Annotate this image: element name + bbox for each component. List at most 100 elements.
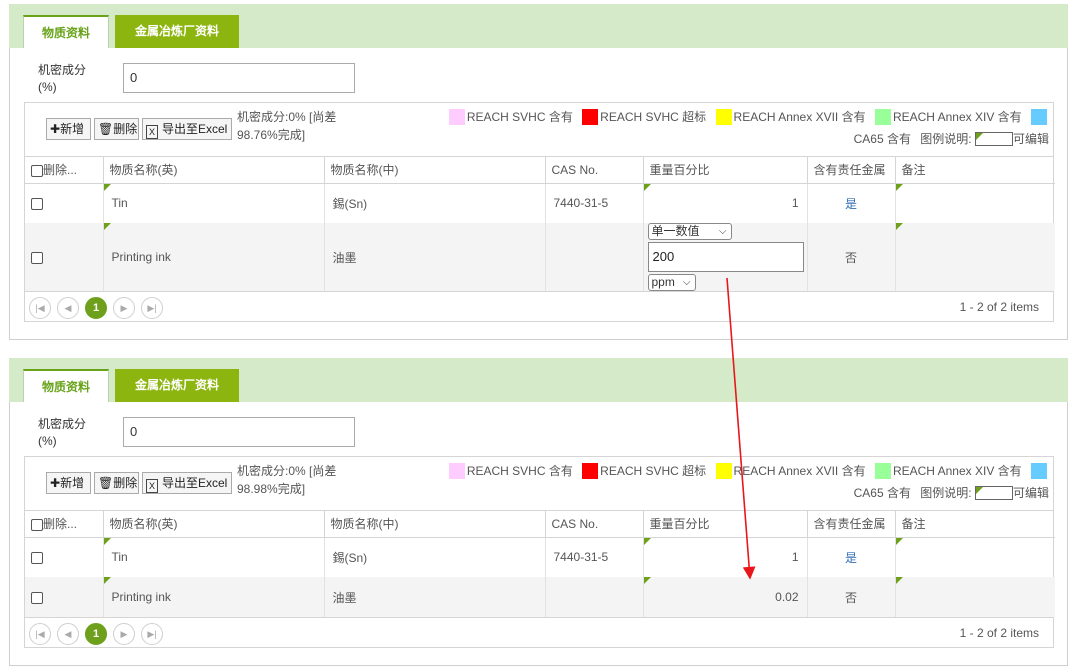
select-all-checkbox[interactable]	[31, 165, 43, 178]
legend-label: REACH Annex XVII 含有	[733, 110, 866, 124]
next-page-button[interactable]: ▶	[113, 297, 135, 319]
remark-cell[interactable]	[895, 183, 1055, 223]
row-checkbox[interactable]	[31, 591, 43, 604]
row-checkbox[interactable]	[31, 198, 43, 211]
weight-cell[interactable]: 1	[643, 183, 808, 223]
delete-button[interactable]: 🗑删除	[94, 472, 139, 494]
col-name-en[interactable]: 物质名称(英)	[103, 511, 325, 538]
name-en-cell[interactable]: Tin	[103, 537, 325, 577]
confidential-label: 机密成分 (%)	[38, 63, 87, 94]
export-excel-button[interactable]: X 导出至Excel	[142, 118, 232, 140]
delete-button[interactable]: 🗑删除	[94, 118, 139, 140]
legend-label: REACH Annex XVII 含有	[733, 464, 866, 478]
confidential-input[interactable]: 0	[123, 417, 355, 447]
page-1-button[interactable]: 1	[85, 623, 107, 645]
col-weight[interactable]: 重量百分比	[643, 511, 808, 538]
row-checkbox-cell[interactable]	[25, 537, 104, 577]
materials-panel-after: 物质资料 金属冶炼厂资料 机密成分 (%) 0 ✚新增 🗑删除 X 导出至Exce…	[9, 358, 1068, 666]
name-en-cell[interactable]: Tin	[103, 183, 325, 223]
first-page-button[interactable]: |◀	[29, 623, 51, 645]
tab-smelter[interactable]: 金属冶炼厂资料	[115, 15, 239, 48]
legend-swatch	[715, 463, 732, 479]
export-excel-button[interactable]: X 导出至Excel	[142, 472, 232, 494]
name-cn-cell: 油墨	[324, 577, 546, 617]
legend-label: REACH Annex XIV 含有	[892, 464, 1022, 478]
legend-label: REACH SVHC 超标	[600, 464, 707, 478]
tab-materials[interactable]: 物质资料	[23, 369, 109, 402]
row-checkbox-cell[interactable]	[25, 183, 104, 223]
remark-cell[interactable]	[895, 537, 1055, 577]
legend-note-label: 图例说明:	[920, 132, 972, 146]
substance-table: 删除... 物质名称(英) 物质名称(中) CAS No. 重量百分比 含有责任…	[25, 511, 1055, 617]
col-delete[interactable]: 删除...	[25, 157, 104, 184]
editable-marker-icon	[974, 486, 1013, 500]
pager: |◀ ◀ 1 ▶ ▶| 1 - 2 of 2 items	[25, 617, 1053, 647]
tab-smelter[interactable]: 金属冶炼厂资料	[115, 369, 239, 402]
legend-swatch	[1031, 109, 1047, 125]
col-name-cn[interactable]: 物质名称(中)	[324, 157, 546, 184]
tab-bar: 物质资料 金属冶炼厂资料	[9, 358, 1068, 402]
next-page-button[interactable]: ▶	[113, 623, 135, 645]
legend-label: CA65 含有	[853, 132, 911, 146]
value-type-select[interactable]: 单一数值 ⌵	[647, 223, 732, 240]
name-en-cell[interactable]: Printing ink	[103, 223, 325, 291]
col-remark[interactable]: 备注	[895, 511, 1055, 538]
table-header: 删除... 物质名称(英) 物质名称(中) CAS No. 重量百分比 含有责任…	[25, 157, 1055, 184]
legend-swatch	[582, 109, 599, 125]
tab-bar: 物质资料 金属冶炼厂资料	[9, 4, 1068, 48]
col-name-en[interactable]: 物质名称(英)	[103, 157, 325, 184]
remark-cell[interactable]	[895, 577, 1055, 617]
legend-label: REACH Annex XIV 含有	[892, 110, 1022, 124]
legend-swatch	[874, 463, 891, 479]
col-remark[interactable]: 备注	[895, 157, 1055, 184]
col-name-cn[interactable]: 物质名称(中)	[324, 511, 546, 538]
col-metal[interactable]: 含有责任金属	[807, 157, 896, 184]
metal-cell: 是	[807, 537, 896, 577]
table-row: Printing ink 油墨 单一数值 ⌵ 200 ppm ⌵ 否	[25, 223, 1055, 291]
trash-icon: 🗑	[98, 476, 114, 490]
name-cn-cell: 錫(Sn)	[324, 537, 546, 577]
col-cas[interactable]: CAS No.	[545, 157, 644, 184]
tab-materials[interactable]: 物质资料	[23, 15, 109, 48]
row-checkbox-cell[interactable]	[25, 577, 104, 617]
row-checkbox[interactable]	[31, 552, 43, 565]
weight-input[interactable]: 200	[647, 242, 804, 272]
legend-editable-label: 可编辑	[1012, 486, 1049, 500]
weight-cell[interactable]: 0.02	[643, 577, 808, 617]
name-en-cell[interactable]: Printing ink	[103, 577, 325, 617]
legend-swatch	[1031, 463, 1047, 479]
first-page-button[interactable]: |◀	[29, 297, 51, 319]
metal-cell: 否	[807, 223, 896, 291]
col-cas[interactable]: CAS No.	[545, 511, 644, 538]
remark-cell[interactable]	[895, 223, 1055, 291]
legend-swatch	[715, 109, 732, 125]
unit-select[interactable]: ppm ⌵	[647, 274, 696, 291]
row-checkbox[interactable]	[31, 251, 43, 264]
cas-cell: 7440-31-5	[545, 537, 644, 577]
legend: REACH SVHC 含有 REACH SVHC 超标 REACH Annex …	[429, 106, 1049, 150]
row-checkbox-cell[interactable]	[25, 223, 104, 291]
prev-page-button[interactable]: ◀	[57, 297, 79, 319]
substance-grid: ✚新增 🗑删除 X 导出至Excel 机密成分:0% [尚差 98.98%完成] …	[24, 456, 1055, 648]
last-page-button[interactable]: ▶|	[141, 297, 163, 319]
confidential-input[interactable]: 0	[123, 63, 355, 93]
select-all-checkbox[interactable]	[31, 519, 43, 532]
confidential-progress: 机密成分:0% [尚差 98.76%完成]	[237, 110, 337, 142]
col-metal[interactable]: 含有责任金属	[807, 511, 896, 538]
prev-page-button[interactable]: ◀	[57, 623, 79, 645]
page-1-button[interactable]: 1	[85, 297, 107, 319]
weight-cell[interactable]: 1	[643, 537, 808, 577]
plus-icon: ✚	[50, 122, 61, 136]
weight-edit-cell[interactable]: 单一数值 ⌵ 200 ppm ⌵	[643, 223, 808, 291]
editable-marker-icon	[974, 132, 1013, 146]
last-page-button[interactable]: ▶|	[141, 623, 163, 645]
substance-grid: ✚新增 🗑删除 X 导出至Excel 机密成分:0% [尚差 98.76%完成] …	[24, 102, 1055, 322]
add-button[interactable]: ✚新增	[46, 472, 91, 494]
materials-panel-before: 物质资料 金属冶炼厂资料 机密成分 (%) 0 ✚新增 🗑删除 X 导出至Exce…	[9, 4, 1068, 340]
legend: REACH SVHC 含有 REACH SVHC 超标 REACH Annex …	[429, 460, 1049, 504]
col-delete[interactable]: 删除...	[25, 511, 104, 538]
add-button[interactable]: ✚新增	[46, 118, 91, 140]
col-weight[interactable]: 重量百分比	[643, 157, 808, 184]
metal-cell: 否	[807, 577, 896, 617]
table-row: Tin 錫(Sn) 7440-31-5 1 是	[25, 183, 1055, 223]
